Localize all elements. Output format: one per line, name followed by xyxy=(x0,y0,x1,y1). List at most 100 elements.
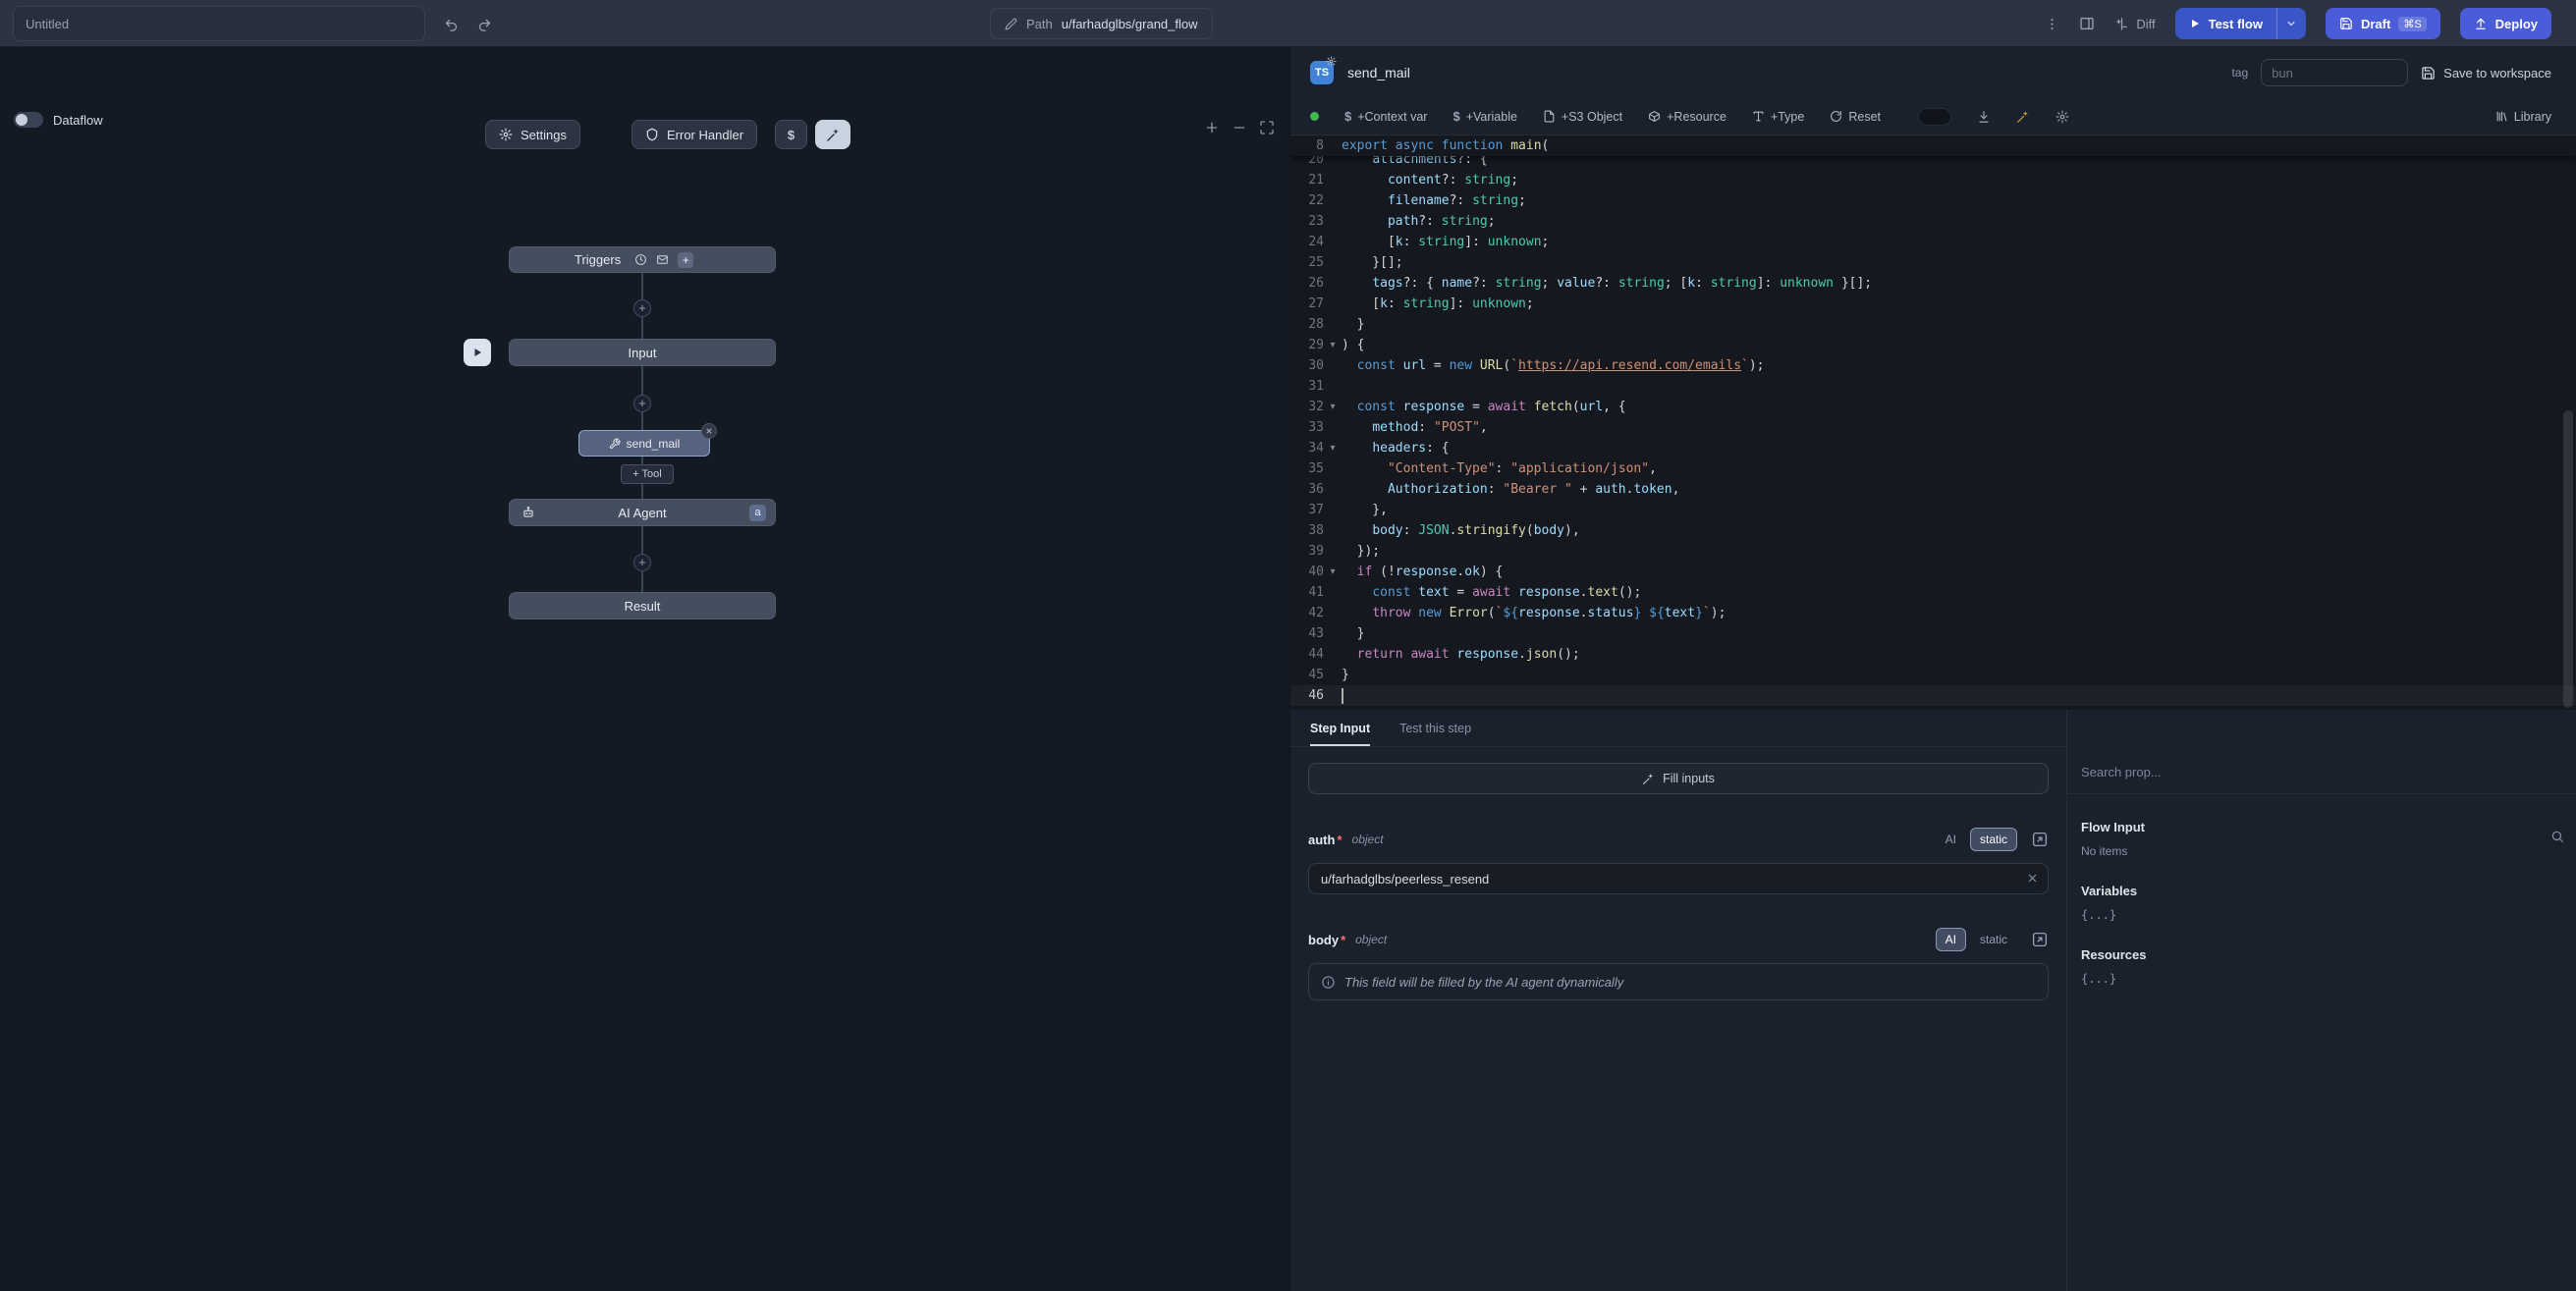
fold-chevron-icon[interactable]: ▾ xyxy=(1324,397,1342,417)
more-options-button[interactable] xyxy=(2045,17,2059,31)
ai-assistant-button[interactable] xyxy=(2016,110,2030,124)
code-line[interactable]: 25 }[]; xyxy=(1290,252,2576,273)
tag-input[interactable] xyxy=(2261,59,2408,86)
undo-icon xyxy=(444,18,459,32)
draft-button[interactable]: Draft ⌘S xyxy=(2326,8,2440,39)
code-line[interactable]: 26 tags?: { name?: string; value?: strin… xyxy=(1290,273,2576,294)
code-line[interactable]: 32▾ const response = await fetch(url, { xyxy=(1290,397,2576,417)
zoom-in-button[interactable] xyxy=(1200,116,1224,139)
fold-chevron-icon[interactable]: ▾ xyxy=(1324,438,1342,458)
code-line[interactable]: 36 Authorization: "Bearer " + auth.token… xyxy=(1290,479,2576,500)
language-settings-gear-icon[interactable] xyxy=(1326,56,1337,67)
code-line[interactable]: 41 const text = await response.text(); xyxy=(1290,582,2576,603)
schedule-clock-icon[interactable] xyxy=(634,253,647,266)
undo-button[interactable] xyxy=(438,12,464,37)
code-line[interactable]: 44 return await response.json(); xyxy=(1290,644,2576,665)
code-line[interactable]: 39 }); xyxy=(1290,541,2576,562)
node-input[interactable]: Input xyxy=(509,339,776,366)
add-resource-button[interactable]: +Resource xyxy=(1648,110,1726,124)
run-from-input-button[interactable] xyxy=(464,339,491,366)
mail-trig-icon[interactable] xyxy=(656,253,669,266)
fill-inputs-button[interactable]: Fill inputs xyxy=(1308,763,2049,794)
code-line[interactable]: 43 } xyxy=(1290,623,2576,644)
flow-settings-button[interactable]: Settings xyxy=(485,120,580,149)
assistant-status-pill[interactable] xyxy=(1918,108,1951,126)
search-icon[interactable] xyxy=(2550,830,2564,843)
expand-editor-icon[interactable] xyxy=(2031,931,2049,948)
code-line[interactable]: 45} xyxy=(1290,665,2576,685)
code-line[interactable]: 31 xyxy=(1290,376,2576,397)
code-line[interactable]: 8export async function main( xyxy=(1290,135,2576,156)
code-line[interactable]: 35 "Content-Type": "application/json", xyxy=(1290,458,2576,479)
code-line[interactable]: 42 throw new Error(`${response.status} $… xyxy=(1290,603,2576,623)
clear-value-icon[interactable] xyxy=(2026,872,2039,885)
fit-view-button[interactable] xyxy=(1255,116,1279,139)
prop-search-input[interactable] xyxy=(2081,765,2562,780)
redo-button[interactable] xyxy=(471,12,497,37)
code-line[interactable]: 27 [k: string]: unknown; xyxy=(1290,294,2576,314)
dataflow-switch[interactable] xyxy=(14,112,43,128)
node-ai-agent[interactable]: AI Agent a xyxy=(509,499,776,526)
static-mode-button[interactable]: static xyxy=(1970,928,2017,951)
code-line[interactable]: 46 xyxy=(1290,685,2576,706)
ai-mode-button[interactable]: AI xyxy=(1936,828,1966,851)
kebab-menu-icon xyxy=(2045,17,2059,31)
expand-editor-icon[interactable] xyxy=(2031,831,2049,848)
code-line[interactable]: 37 }, xyxy=(1290,500,2576,520)
save-to-workspace-button[interactable]: Save to workspace xyxy=(2421,66,2551,81)
toggle-panel-button[interactable] xyxy=(2079,16,2095,31)
code-line[interactable]: 24 [k: string]: unknown; xyxy=(1290,232,2576,252)
add-type-button[interactable]: +Type xyxy=(1752,110,1804,124)
fold-chevron-icon[interactable]: ▾ xyxy=(1324,335,1342,355)
node-send-mail[interactable]: send_mail xyxy=(578,430,710,457)
code-line[interactable]: 34▾ headers: { xyxy=(1290,438,2576,458)
prop-section-value[interactable]: {...} xyxy=(2081,972,2562,986)
code-line[interactable]: 22 filename?: string; xyxy=(1290,190,2576,211)
tab-step-input[interactable]: Step Input xyxy=(1310,710,1370,746)
add-s3-object-button[interactable]: +S3 Object xyxy=(1543,110,1622,124)
sticky-scroll-line[interactable]: 8export async function main( xyxy=(1290,135,2576,156)
fold-chevron-icon[interactable]: ▾ xyxy=(1324,562,1342,582)
add-tool-button[interactable]: + Tool xyxy=(621,464,674,484)
editor-settings-button[interactable] xyxy=(2055,110,2069,124)
prop-section-value[interactable]: {...} xyxy=(2081,908,2562,922)
flow-canvas[interactable]: Dataflow Settings Error Handler $ + + + … xyxy=(0,47,1289,1291)
insert-step-button[interactable]: + xyxy=(633,299,651,317)
static-mode-button[interactable]: static xyxy=(1970,828,2017,851)
code-editor[interactable]: 20 attachments?: {21 content?: string;22… xyxy=(1290,135,2576,710)
insert-step-button[interactable]: + xyxy=(633,395,651,412)
add-variable-button[interactable]: $ +Variable xyxy=(1452,109,1516,124)
code-line[interactable]: 29▾) { xyxy=(1290,335,2576,355)
test-flow-dropdown-button[interactable] xyxy=(2276,8,2306,39)
ai-mode-button[interactable]: AI xyxy=(1936,928,1966,951)
code-line[interactable]: 23 path?: string; xyxy=(1290,211,2576,232)
download-code-button[interactable] xyxy=(1977,110,1991,124)
context-variables-button[interactable]: $ xyxy=(775,120,807,149)
code-line[interactable]: 21 content?: string; xyxy=(1290,170,2576,190)
flow-path-group[interactable]: Path u/farhadglbs/grand_flow xyxy=(990,8,1213,39)
insert-step-button[interactable]: + xyxy=(633,554,651,571)
code-line[interactable]: 30 const url = new URL(`https://api.rese… xyxy=(1290,355,2576,376)
add-context-var-button[interactable]: $ +Context var xyxy=(1344,109,1427,124)
code-line[interactable]: 38 body: JSON.stringify(body), xyxy=(1290,520,2576,541)
reset-code-button[interactable]: Reset xyxy=(1830,110,1881,124)
tab-test-this-step[interactable]: Test this step xyxy=(1399,710,1471,746)
line-number: 36 xyxy=(1290,479,1324,500)
deploy-button[interactable]: Deploy xyxy=(2460,8,2551,39)
node-result[interactable]: Result xyxy=(509,592,776,619)
remove-tool-button[interactable] xyxy=(701,423,717,439)
zoom-out-button[interactable] xyxy=(1228,116,1251,139)
code-line[interactable]: 28 } xyxy=(1290,314,2576,335)
library-button[interactable]: Library xyxy=(2495,110,2551,124)
code-line[interactable]: 33 method: "POST", xyxy=(1290,417,2576,438)
editor-scrollbar[interactable] xyxy=(2563,410,2573,708)
auth-value-input[interactable] xyxy=(1308,863,2049,894)
error-handler-button[interactable]: Error Handler xyxy=(631,120,757,149)
code-line[interactable]: 40▾ if (!response.ok) { xyxy=(1290,562,2576,582)
node-triggers[interactable]: Triggers + xyxy=(509,246,776,273)
flow-summary-input[interactable] xyxy=(13,6,425,41)
ai-flow-builder-button[interactable] xyxy=(815,120,850,149)
diff-button[interactable]: Diff xyxy=(2114,17,2155,31)
add-trigger-button[interactable]: + xyxy=(678,252,693,268)
test-flow-button[interactable]: Test flow xyxy=(2175,8,2276,39)
